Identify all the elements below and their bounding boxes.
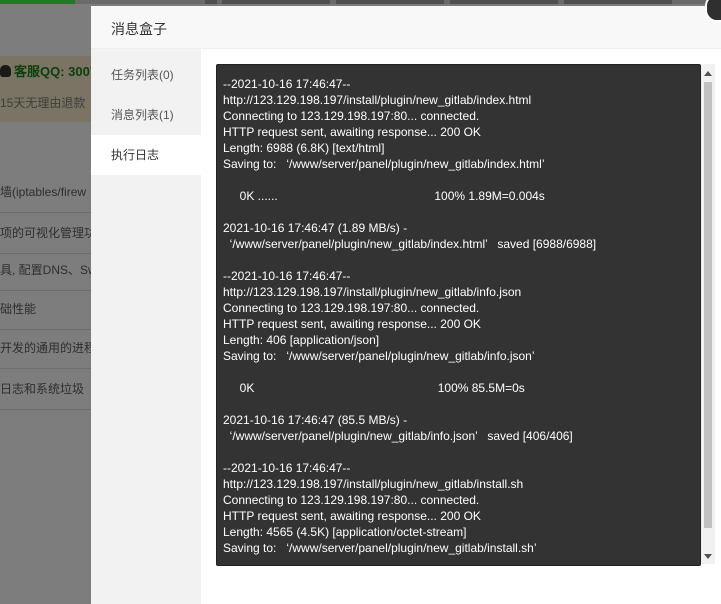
scrollbar-thumb[interactable] [704,82,712,528]
execution-log-panel[interactable]: --2021-10-16 17:46:47-- http://123.129.1… [216,64,701,566]
list-item: 具, 配置DNS、Sw [0,250,92,291]
list-item: 开发的通用的进程管 [0,328,92,369]
list-item: 项的可视化管理功 [0,213,92,254]
dialog-header: 消息盒子 [91,6,721,49]
scroll-up-icon[interactable] [704,71,712,76]
dialog-sidebar: 任务列表(0) 消息列表(1) 执行日志 [91,49,201,604]
sidebar-item-tasks[interactable]: 任务列表(0) [91,55,201,95]
qq-penguin-icon [0,65,11,77]
dialog-title: 消息盒子 [111,21,167,37]
top-tab [222,0,330,4]
top-tab [205,0,217,4]
top-tab [450,0,558,4]
list-item: 日志和系统垃圾 [0,369,92,410]
sidebar-item-messages[interactable]: 消息列表(1) [91,95,201,135]
sidebar-item-execution-log[interactable]: 执行日志 [91,135,201,175]
refund-text: 15天无理由退款 [0,96,86,110]
scroll-down-icon[interactable] [704,554,712,559]
support-qq-text: 客服QQ: 3007 [0,61,97,80]
message-box-dialog: 消息盒子 任务列表(0) 消息列表(1) 执行日志 --2021-10-16 1… [91,0,721,604]
top-tab [564,0,672,4]
list-item: 墙(iptables/firew [0,172,92,213]
active-top-tab [0,0,75,4]
log-text: --2021-10-16 17:46:47-- http://123.129.1… [223,77,597,555]
top-tab [336,0,444,4]
log-scrollbar[interactable] [701,64,715,564]
list-item: 础性能 [0,289,92,330]
